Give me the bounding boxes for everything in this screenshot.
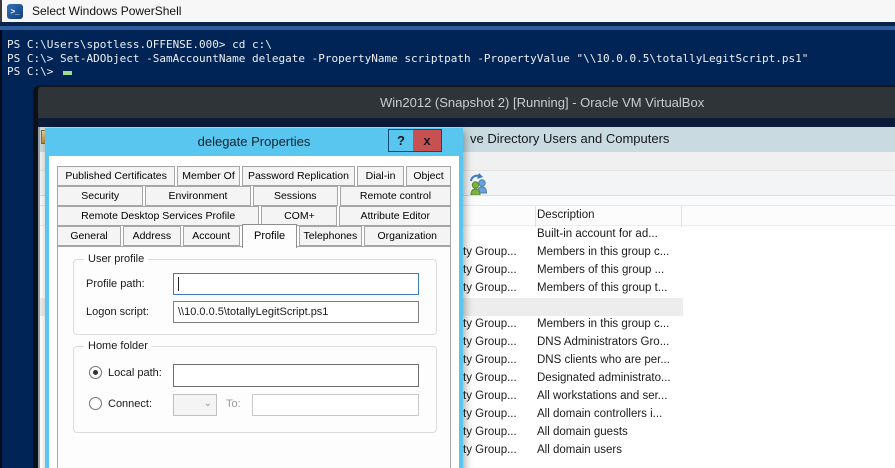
dialog-titlebar[interactable]: delegate Properties ? x: [45, 128, 463, 156]
tab-organization[interactable]: Organization: [364, 226, 451, 246]
tab-security[interactable]: Security: [57, 186, 143, 206]
tab-object[interactable]: Object: [406, 166, 451, 186]
tab-remote-desktop-services-profile[interactable]: Remote Desktop Services Profile: [57, 206, 259, 226]
to-label: To:: [226, 398, 241, 410]
logon-script-label: Logon script:: [86, 306, 149, 318]
tab-profile[interactable]: Profile: [242, 224, 297, 248]
virtualbox-title: Win2012 (Snapshot 2) [Running] - Oracle …: [380, 95, 704, 110]
tab-com-[interactable]: COM+: [261, 206, 337, 226]
row-type: ty Group...: [463, 372, 517, 384]
row-description: All workstations and ser...: [537, 390, 667, 402]
console-line: PS C:\Users\spotless.OFFENSE.000> cd c:\: [7, 38, 895, 52]
connect-radio[interactable]: [89, 397, 102, 410]
text-caret: [178, 277, 179, 291]
tab-remote-control[interactable]: Remote control: [340, 186, 451, 206]
row-description: All domain guests: [537, 426, 628, 438]
profile-tab-page: User profile Profile path: Logon script:…: [57, 246, 451, 468]
powershell-icon: >_: [7, 4, 23, 19]
console-line: PS C:\> Set-ADObject -SamAccountName del…: [7, 52, 895, 66]
row-description: Members of this group ...: [537, 264, 664, 276]
chevron-down-icon: ⌄: [204, 398, 212, 409]
user-profile-legend: User profile: [84, 253, 148, 265]
console-cursor: [63, 71, 72, 75]
local-path-radio[interactable]: [89, 366, 102, 379]
profile-path-label: Profile path:: [86, 278, 145, 290]
tab-published-certificates[interactable]: Published Certificates: [57, 166, 175, 186]
tab-general[interactable]: General: [57, 226, 121, 246]
row-type: ty Group...: [463, 282, 517, 294]
tab-member-of[interactable]: Member Of: [177, 166, 240, 186]
row-description: DNS clients who are per...: [537, 354, 670, 366]
vm-desktop-strip: [38, 118, 895, 127]
row-description: Designated administrato...: [537, 372, 671, 384]
drive-letter-dropdown[interactable]: ⌄: [173, 394, 217, 416]
tab-address[interactable]: Address: [123, 226, 180, 246]
tab-password-replication[interactable]: Password Replication: [242, 166, 355, 186]
row-description: All domain controllers i...: [537, 408, 662, 420]
close-button[interactable]: x: [413, 129, 442, 152]
tab-attribute-editor[interactable]: Attribute Editor: [339, 206, 451, 226]
local-path-label: Local path:: [108, 367, 162, 379]
row-description: DNS Administrators Gro...: [537, 336, 669, 348]
tab-environment[interactable]: Environment: [145, 186, 250, 206]
home-folder-groupbox: Home folder Local path: Connect: ⌄ To:: [73, 346, 437, 433]
row-description: Built-in account for ad...: [537, 228, 658, 240]
row-description: Members in this group c...: [537, 318, 669, 330]
profile-path-input[interactable]: [173, 273, 419, 295]
powershell-title: Select Windows PowerShell: [32, 4, 181, 18]
tab-sessions[interactable]: Sessions: [253, 186, 338, 206]
row-type: ty Group...: [463, 390, 517, 402]
dialog-body: Published CertificatesMember OfPassword …: [49, 156, 459, 468]
row-type: ty Group...: [463, 408, 517, 420]
powershell-titlebar[interactable]: >_ Select Windows PowerShell: [0, 0, 895, 22]
tab-dial-in[interactable]: Dial-in: [357, 166, 404, 186]
connect-to-input[interactable]: [252, 394, 419, 416]
row-description: All domain users: [537, 444, 622, 456]
ad-window-title: ve Directory Users and Computers: [470, 131, 669, 146]
dialog-tabs: Published CertificatesMember OfPassword …: [57, 166, 451, 246]
console-prompt: PS C:\>: [7, 65, 60, 78]
column-separator[interactable]: [535, 206, 536, 227]
user-profile-groupbox: User profile Profile path: Logon script:…: [73, 259, 437, 335]
row-description: Members in this group c...: [537, 246, 669, 258]
row-type: ty Group...: [463, 444, 517, 456]
home-folder-legend: Home folder: [84, 340, 152, 352]
logon-script-input[interactable]: \\10.0.0.5\totallyLegitScript.ps1: [173, 301, 419, 323]
tab-telephones[interactable]: Telephones: [299, 226, 361, 246]
help-button[interactable]: ?: [388, 129, 414, 152]
row-type: ty Group...: [463, 318, 517, 330]
row-type: ty Group...: [463, 354, 517, 366]
row-type: ty Group...: [463, 426, 517, 438]
row-type: ty Group...: [463, 246, 517, 258]
delegate-properties-dialog: delegate Properties ? x Published Certif…: [45, 128, 463, 468]
description-column-header[interactable]: Description: [537, 209, 595, 221]
tab-account[interactable]: Account: [183, 226, 240, 246]
row-type: ty Group...: [463, 264, 517, 276]
console-line: PS C:\>: [7, 65, 895, 79]
row-type: ty Group...: [463, 336, 517, 348]
row-description: Members of this group t...: [537, 282, 667, 294]
connect-label: Connect:: [108, 398, 152, 410]
column-separator[interactable]: [681, 206, 682, 227]
change-domain-users-icon[interactable]: [468, 173, 490, 195]
local-path-input[interactable]: [173, 364, 419, 387]
virtualbox-titlebar[interactable]: Win2012 (Snapshot 2) [Running] - Oracle …: [38, 87, 895, 118]
